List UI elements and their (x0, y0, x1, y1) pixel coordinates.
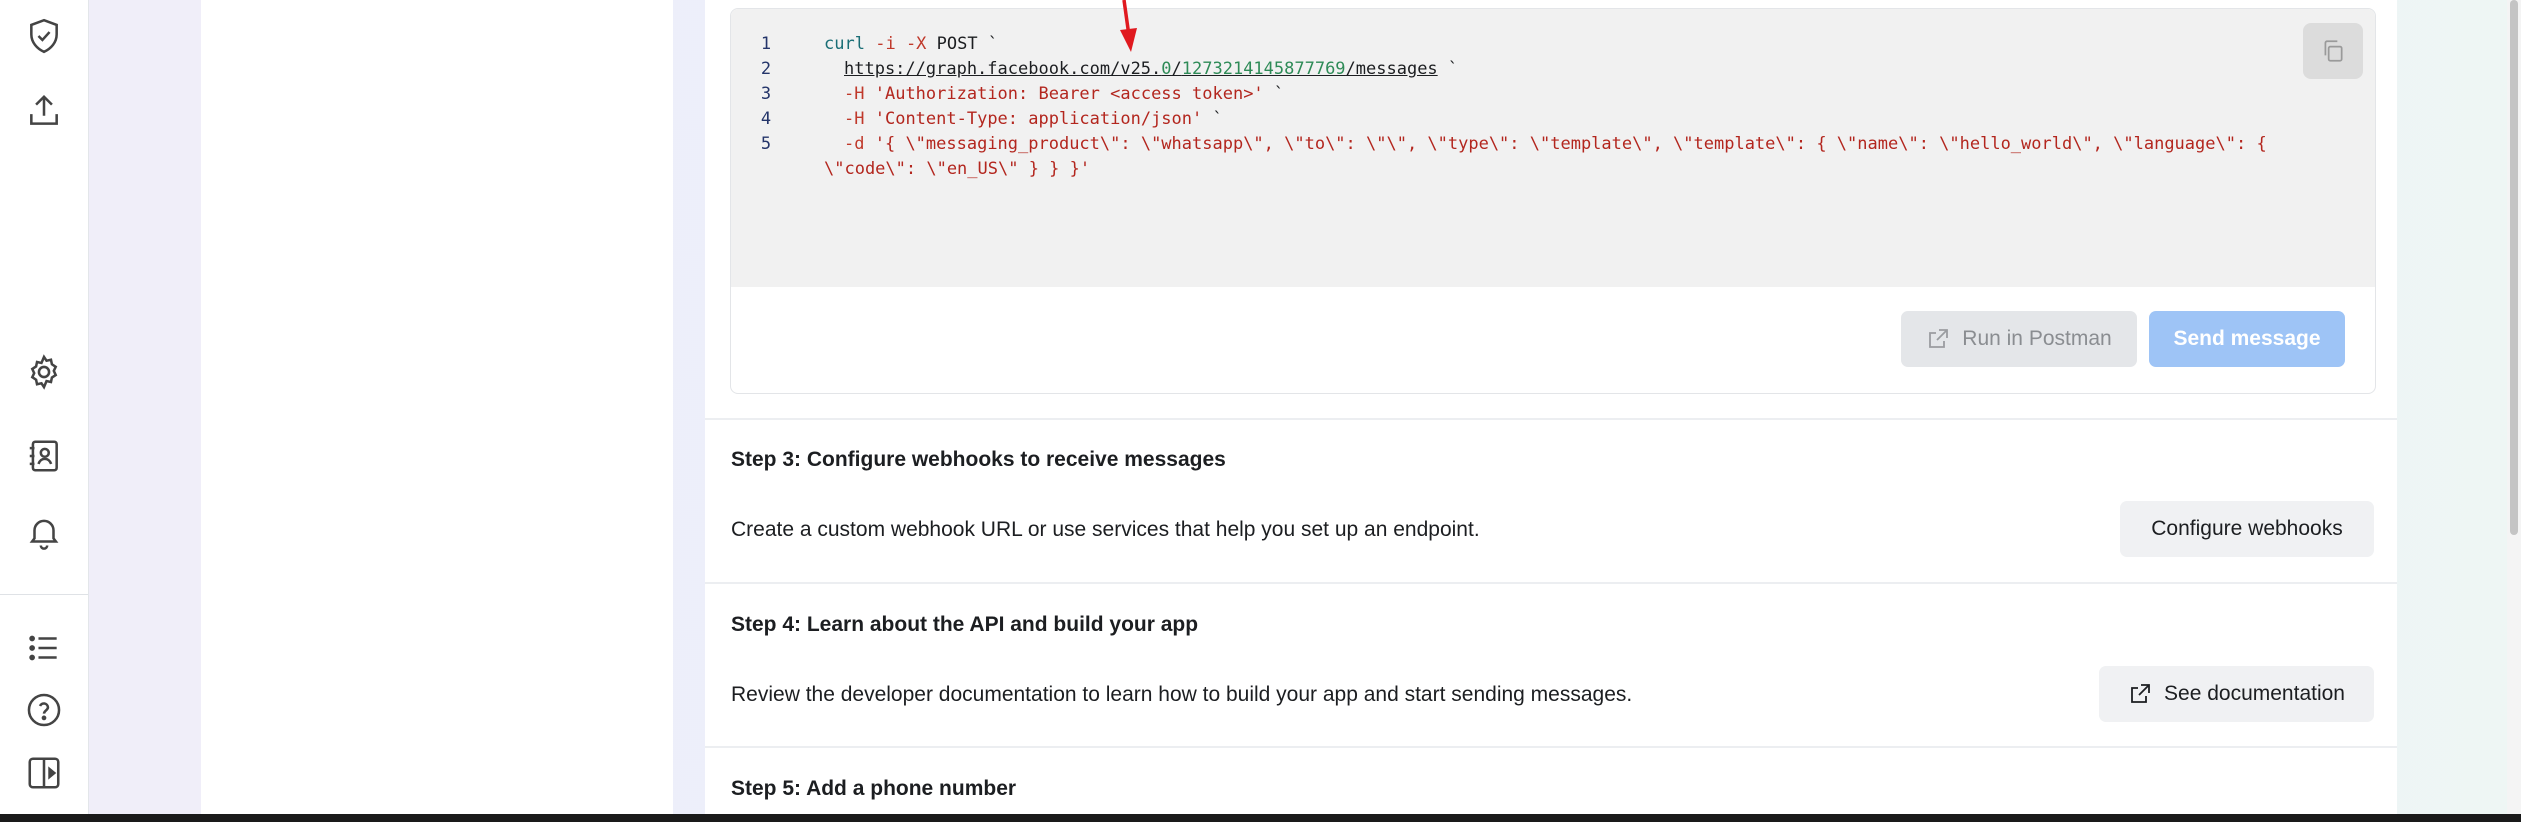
step-5-title: Step 5: Add a phone number (731, 777, 1017, 800)
help-icon[interactable] (22, 688, 66, 732)
annotation-arrow-icon (1120, 0, 1137, 52)
code-line-2: https://graph.facebook.com/v25.0/1273214… (844, 57, 1458, 82)
section-divider (705, 418, 2397, 420)
shield-check-icon[interactable] (22, 14, 66, 58)
bell-icon[interactable] (22, 510, 66, 554)
contact-card-icon[interactable] (22, 434, 66, 478)
code-block: 1 2 3 4 5 curl -i -X POST ` https://grap… (731, 9, 2375, 287)
code-command: curl (824, 34, 865, 54)
configure-webhooks-button[interactable]: Configure webhooks (2120, 501, 2374, 557)
code-line-5: -d '{ \"messaging_product\": \"whatsapp\… (844, 132, 2267, 157)
left-content-panel (201, 0, 673, 814)
section-divider (705, 582, 2397, 584)
step-3-description: Create a custom webhook URL or use servi… (731, 518, 1480, 541)
see-documentation-label: See documentation (2164, 682, 2345, 705)
code-line-3: -H 'Authorization: Bearer <access token>… (844, 82, 1284, 107)
code-flag: -X (905, 34, 927, 54)
request-body-value: '{ \"messaging_product\": \"whatsapp\", … (874, 134, 2267, 154)
line-number: 5 (760, 134, 772, 154)
send-message-label: Send message (2173, 327, 2321, 350)
code-flag: -H (844, 109, 865, 129)
phone-number-id[interactable]: 1273214145877769 (1182, 59, 1346, 79)
line-number: 2 (760, 59, 772, 79)
page-scrollbar[interactable] (2507, 0, 2521, 814)
send-message-button[interactable]: Send message (2149, 311, 2345, 367)
code-method: POST ` (936, 34, 999, 54)
copy-icon (2324, 40, 2343, 62)
line-number: 3 (760, 84, 772, 104)
code-snippet-card: 1 2 3 4 5 curl -i -X POST ` https://grap… (730, 8, 2376, 394)
section-divider (705, 746, 2397, 748)
sidebar-toggle-icon[interactable] (22, 751, 66, 795)
step-4-title: Step 4: Learn about the API and build yo… (731, 613, 1199, 636)
code-line-continuation: ` (1263, 84, 1285, 104)
code-line-continuation: ` (1437, 59, 1459, 79)
list-icon[interactable] (22, 626, 66, 670)
code-flag: -i (875, 34, 896, 54)
see-documentation-button[interactable]: See documentation (2099, 666, 2374, 722)
line-number: 1 (760, 34, 772, 54)
run-in-postman-button[interactable]: Run in Postman (1901, 311, 2137, 367)
line-number: 4 (760, 109, 772, 129)
step-3-title: Step 3: Configure webhooks to receive me… (731, 448, 1226, 471)
auth-header-value: 'Authorization: Bearer <access token>' (874, 84, 1264, 104)
code-line-5-wrap: \"code\": \"en_US\" } } }' (824, 159, 1091, 179)
bottom-edge-bar (0, 814, 2521, 822)
api-version-minor[interactable]: 0 (1161, 59, 1171, 79)
api-url-prefix[interactable]: https://graph.facebook.com/v25. (844, 59, 1161, 79)
left-nav-rail (0, 0, 89, 814)
main-content-panel: 1 2 3 4 5 curl -i -X POST ` https://grap… (705, 0, 2397, 814)
content-type-header-value: 'Content-Type: application/json' (874, 109, 1203, 129)
api-url-separator[interactable]: / (1172, 59, 1182, 79)
gear-icon[interactable] (22, 350, 66, 394)
code-line-4: -H 'Content-Type: application/json' ` (844, 107, 1223, 132)
code-line-continuation: ` (1202, 109, 1223, 129)
copy-code-button[interactable] (2303, 23, 2363, 79)
api-url-suffix[interactable]: /messages (1346, 59, 1438, 79)
rail-divider (0, 594, 88, 595)
step-4-description: Review the developer documentation to le… (731, 683, 1633, 706)
scrollbar-thumb[interactable] (2510, 0, 2518, 535)
upload-icon[interactable] (22, 89, 66, 133)
run-in-postman-label: Run in Postman (1962, 327, 2112, 350)
external-link-icon (1929, 329, 1949, 348)
code-flag: -d (844, 134, 865, 154)
code-flag: -H (844, 84, 865, 104)
configure-webhooks-label: Configure webhooks (2151, 517, 2343, 540)
code-line-1: curl -i -X POST ` (824, 32, 998, 57)
external-link-icon (2131, 684, 2150, 703)
